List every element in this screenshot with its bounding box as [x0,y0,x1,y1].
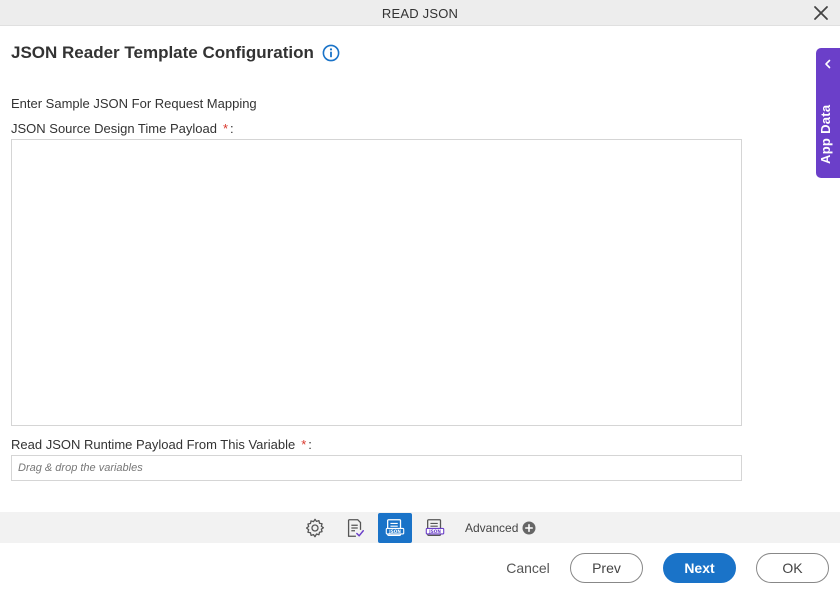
next-button[interactable]: Next [663,553,736,583]
advanced-label: Advanced [465,521,519,535]
variable-label-text: Read JSON Runtime Payload From This Vari… [11,437,296,452]
checklist-icon [347,519,364,537]
json-document-tool-button[interactable]: JSON [418,513,452,543]
required-mark: * [301,437,307,452]
payload-label: JSON Source Design Time Payload *: [11,121,234,136]
window-title: READ JSON [381,6,459,21]
chevron-left-icon [825,59,831,69]
close-icon[interactable] [812,4,830,22]
gear-icon [305,518,325,538]
bottom-toolbar: JSON JSON Advanced [0,512,840,543]
plus-circle-icon [522,521,536,535]
variable-drop-input[interactable] [11,455,742,481]
app-data-label: App Data [818,104,833,164]
advanced-toggle[interactable]: Advanced [465,521,536,535]
label-colon: : [230,121,234,136]
svg-text:JSON: JSON [428,529,441,534]
validation-tool-button[interactable] [338,513,372,543]
json-payload-textarea[interactable] [11,139,742,426]
cancel-button[interactable]: Cancel [499,553,557,583]
required-mark: * [222,121,228,136]
page-title: JSON Reader Template Configuration [11,43,314,62]
svg-text:JSON: JSON [388,529,401,534]
payload-label-text: JSON Source Design Time Payload [11,121,217,136]
page-heading: JSON Reader Template Configuration [11,43,340,63]
json-document-icon: JSON [425,519,445,536]
section-label: Enter Sample JSON For Request Mapping [11,96,257,111]
json-icon: JSON [385,519,405,536]
variable-label: Read JSON Runtime Payload From This Vari… [11,437,312,452]
prev-button[interactable]: Prev [570,553,643,583]
info-icon[interactable] [322,44,340,62]
ok-button[interactable]: OK [756,553,829,583]
title-bar: READ JSON [0,0,840,26]
app-data-tab[interactable]: App Data [816,48,840,178]
settings-tool-button[interactable] [298,513,332,543]
label-colon: : [308,437,312,452]
json-tool-button[interactable]: JSON [378,513,412,543]
